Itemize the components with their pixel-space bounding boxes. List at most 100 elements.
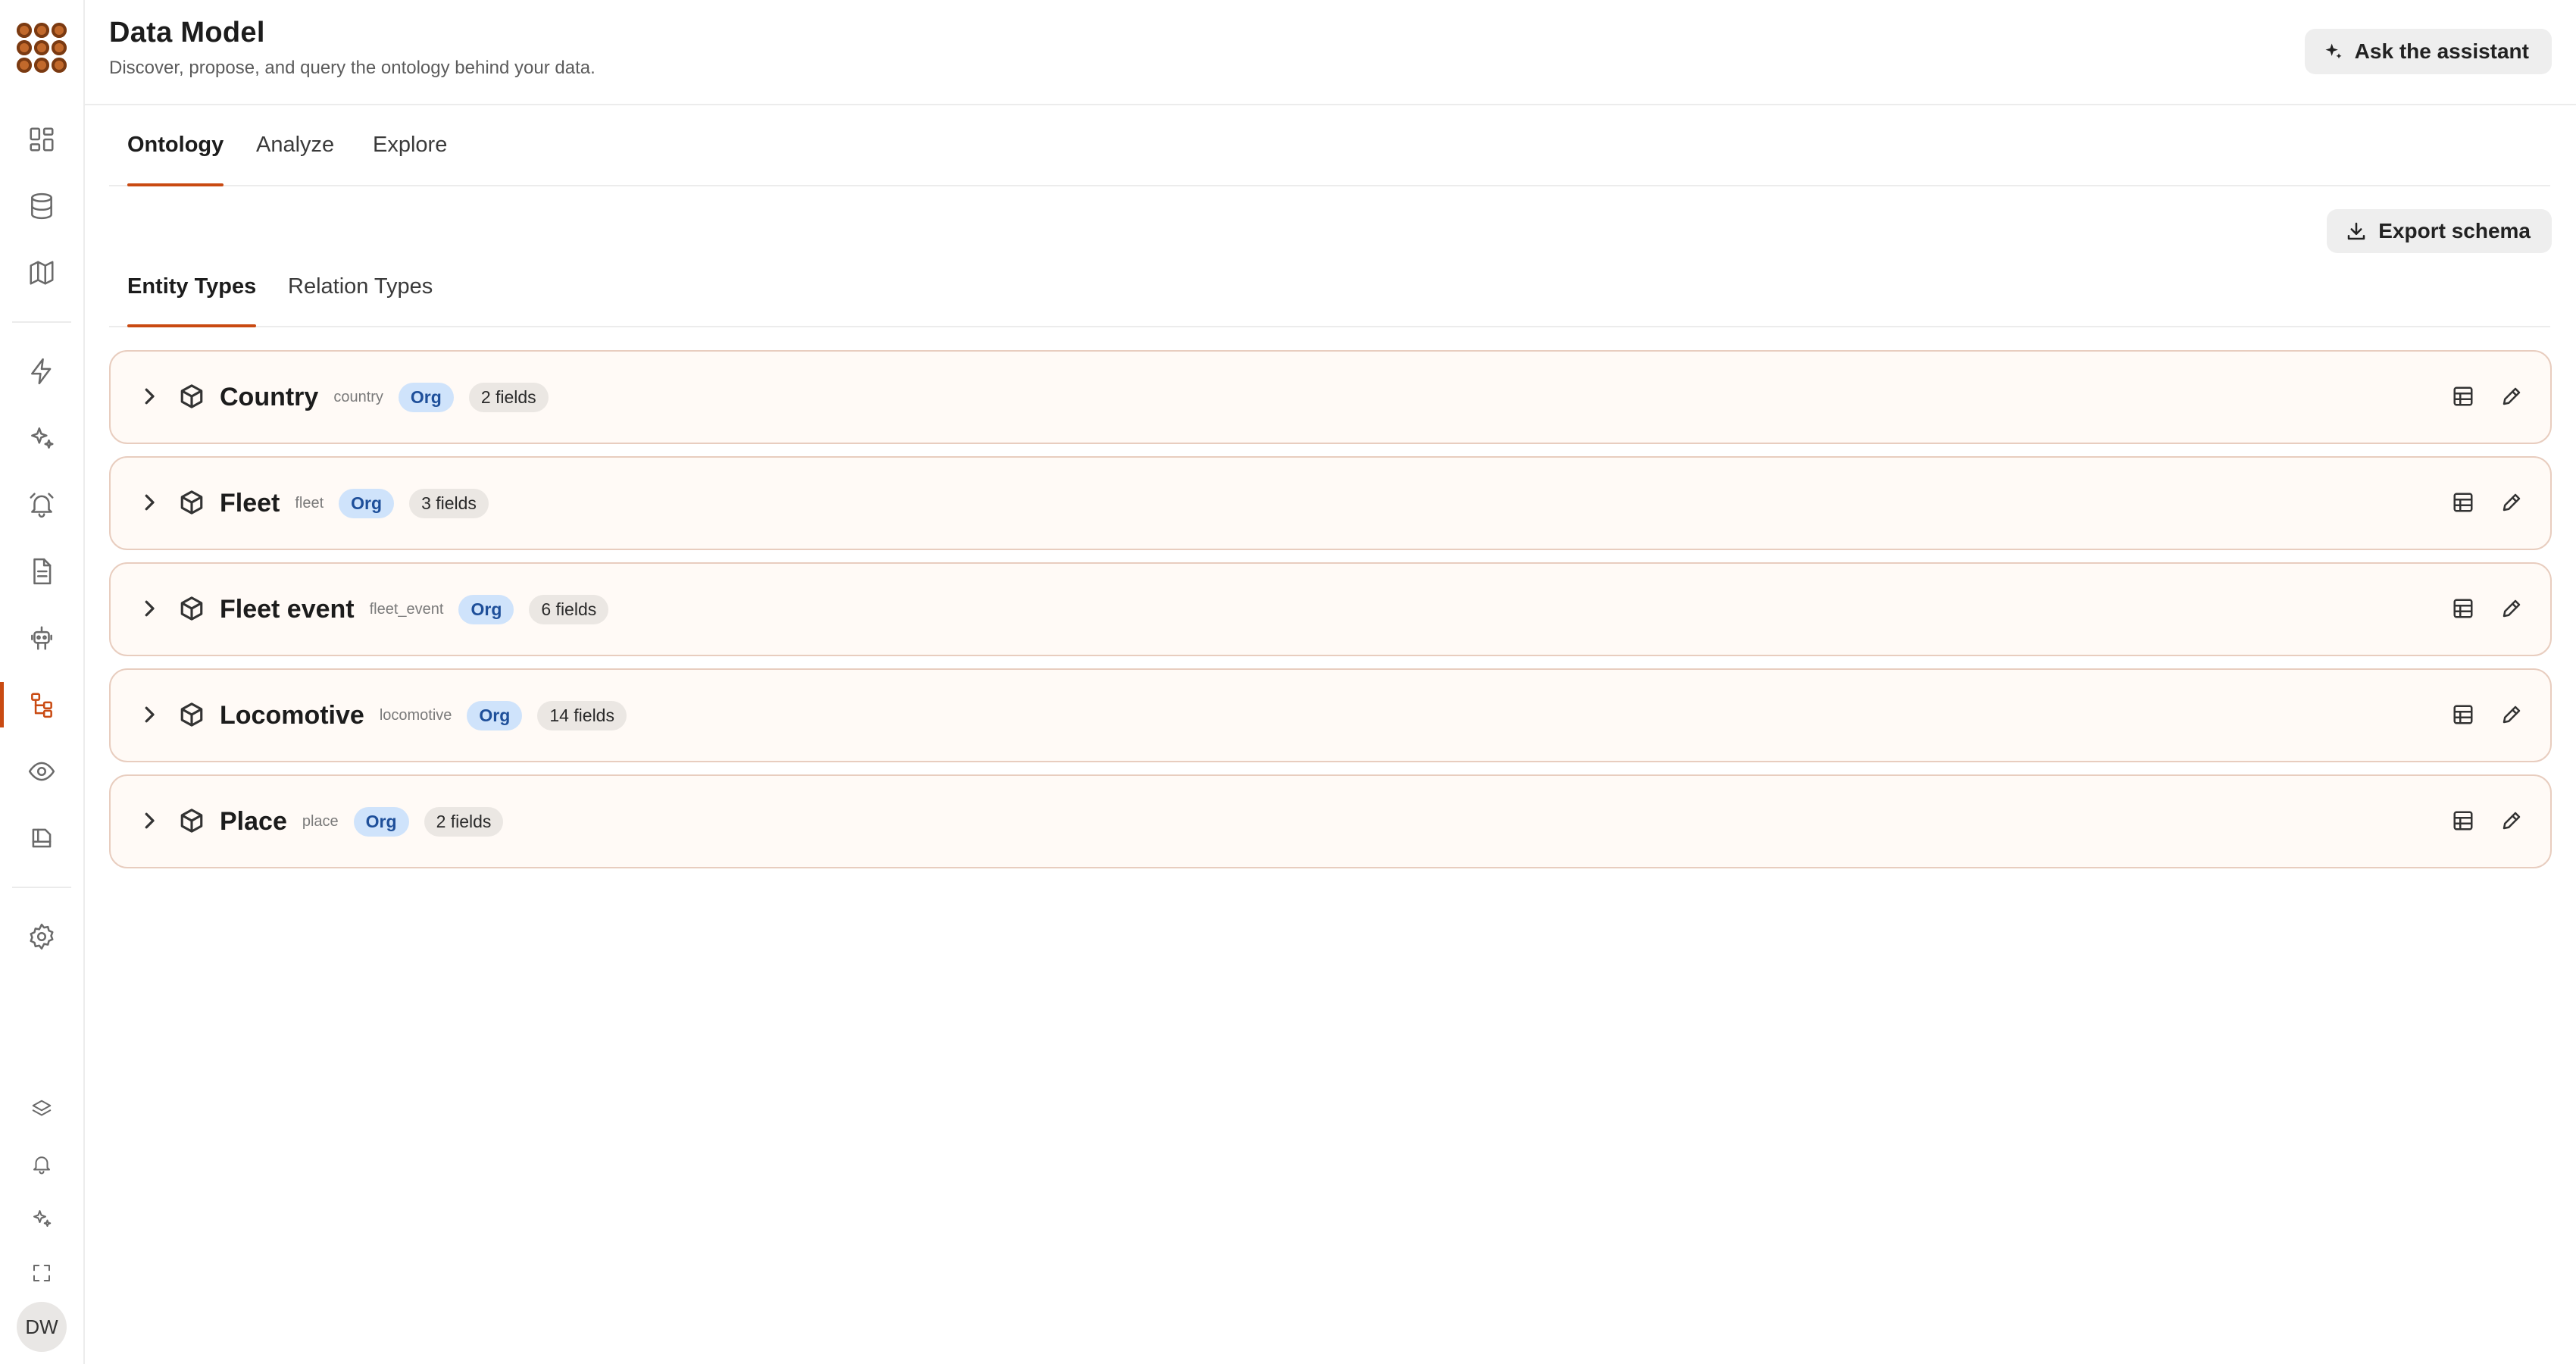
entity-name: Place	[220, 806, 287, 836]
nav-notifications[interactable]	[0, 1137, 83, 1191]
view-table-button[interactable]	[2449, 594, 2478, 623]
scope-badge: Org	[398, 382, 454, 412]
entity-card-locomotive[interactable]: Locomotive locomotive Org 14 fields	[109, 668, 2552, 762]
table-icon	[2453, 599, 2473, 618]
scope-badge: Org	[458, 594, 514, 624]
entity-key: place	[302, 812, 339, 830]
entity-name: Country	[220, 382, 319, 411]
edit-entity-button[interactable]	[2497, 382, 2526, 411]
pencil-icon	[2503, 387, 2521, 405]
pencil-icon	[2503, 599, 2521, 618]
scope-badge: Org	[353, 806, 409, 837]
alarm-icon	[30, 493, 54, 518]
tab-entity-types[interactable]: Entity Types	[127, 247, 257, 327]
nav-assistant[interactable]	[0, 1191, 83, 1246]
chevron-right-icon[interactable]	[138, 491, 161, 514]
edit-entity-button[interactable]	[2497, 594, 2526, 623]
sparkles-icon	[2325, 43, 2342, 59]
cube-icon	[180, 384, 203, 408]
edit-entity-button[interactable]	[2497, 488, 2526, 517]
view-table-button[interactable]	[2449, 382, 2478, 411]
table-icon	[2453, 705, 2473, 724]
app-logo[interactable]	[17, 23, 67, 73]
lightning-icon	[31, 358, 52, 385]
edit-entity-button[interactable]	[2497, 700, 2526, 729]
settings-icon	[30, 923, 54, 950]
field-count-badge: 3 fields	[409, 488, 489, 518]
nav-map[interactable]	[0, 246, 83, 300]
nav-notebook[interactable]	[0, 811, 83, 865]
tab-analyze[interactable]: Analyze	[256, 105, 334, 185]
cube-icon	[180, 702, 203, 727]
nav-observe[interactable]	[0, 744, 83, 799]
nav-data-model[interactable]	[0, 677, 83, 732]
bell-icon	[33, 1156, 50, 1175]
nav-layers[interactable]	[0, 1082, 83, 1137]
chevron-right-icon[interactable]	[138, 385, 161, 408]
scope-badge: Org	[467, 700, 523, 730]
entity-key: fleet	[295, 494, 324, 512]
field-count-badge: 2 fields	[424, 806, 504, 837]
entity-name: Fleet event	[220, 594, 355, 624]
chevron-right-icon[interactable]	[138, 597, 161, 620]
tab-ontology[interactable]: Ontology	[127, 105, 224, 186]
sub-tabs: Entity Types Relation Types	[109, 247, 2550, 327]
table-icon	[2453, 493, 2473, 512]
dashboard-icon	[30, 127, 54, 152]
nav-fullscreen[interactable]	[0, 1246, 83, 1300]
ask-assistant-button[interactable]: Ask the assistant	[2304, 29, 2552, 74]
download-icon	[2348, 222, 2365, 240]
eye-icon	[28, 762, 55, 781]
nav-ai[interactable]	[0, 411, 83, 465]
entity-card-country[interactable]: Country country Org 2 fields	[109, 350, 2552, 444]
scope-badge: Org	[339, 488, 395, 518]
export-schema-label: Export schema	[2378, 219, 2531, 242]
entity-card-place[interactable]: Place place Org 2 fields	[109, 774, 2552, 868]
entity-key: country	[333, 388, 383, 405]
field-count-badge: 2 fields	[468, 382, 549, 412]
layers-icon	[32, 1100, 52, 1116]
cube-icon	[180, 809, 203, 833]
fullscreen-icon	[33, 1265, 50, 1281]
sparkles-icon	[33, 1210, 52, 1227]
chevron-right-icon[interactable]	[138, 809, 161, 832]
tab-relation-types[interactable]: Relation Types	[288, 247, 433, 326]
entity-card-fleet[interactable]: Fleet fleet Org 3 fields	[109, 456, 2552, 550]
page-subtitle: Discover, propose, and query the ontolog…	[109, 58, 596, 78]
user-initials: DW	[25, 1315, 58, 1338]
edit-entity-button[interactable]	[2497, 806, 2526, 835]
cube-icon	[180, 596, 203, 621]
nav-dashboard[interactable]	[0, 112, 83, 167]
pencil-icon	[2503, 705, 2521, 724]
sidebar: DW	[0, 0, 85, 1364]
database-icon	[31, 192, 52, 220]
chevron-right-icon[interactable]	[138, 703, 161, 726]
nav-agents[interactable]	[0, 611, 83, 665]
entity-name: Locomotive	[220, 700, 364, 730]
table-icon	[2453, 386, 2473, 406]
nav-automations[interactable]	[0, 344, 83, 399]
view-table-button[interactable]	[2449, 488, 2478, 517]
ask-assistant-label: Ask the assistant	[2354, 39, 2529, 63]
main-tabs: Ontology Analyze Explore	[109, 105, 2550, 186]
page-header: Data Model Discover, propose, and query …	[83, 0, 2576, 105]
page-title: Data Model	[109, 17, 265, 48]
sparkles-icon	[31, 427, 54, 449]
sidebar-divider	[12, 887, 71, 888]
tab-explore[interactable]: Explore	[373, 105, 447, 185]
view-table-button[interactable]	[2449, 700, 2478, 729]
field-count-badge: 14 fields	[537, 700, 627, 730]
user-avatar[interactable]: DW	[17, 1302, 67, 1352]
entity-name: Fleet	[220, 488, 280, 518]
pencil-icon	[2503, 812, 2521, 830]
nav-database[interactable]	[0, 179, 83, 233]
field-count-badge: 6 fields	[529, 594, 609, 624]
view-table-button[interactable]	[2449, 806, 2478, 835]
pencil-icon	[2503, 493, 2521, 512]
entity-card-fleet-event[interactable]: Fleet event fleet_event Org 6 fields	[109, 562, 2552, 656]
document-icon	[33, 558, 52, 585]
nav-settings[interactable]	[0, 909, 83, 964]
sidebar-divider	[12, 321, 71, 323]
nav-documents[interactable]	[0, 544, 83, 599]
nav-alerts[interactable]	[0, 477, 83, 532]
